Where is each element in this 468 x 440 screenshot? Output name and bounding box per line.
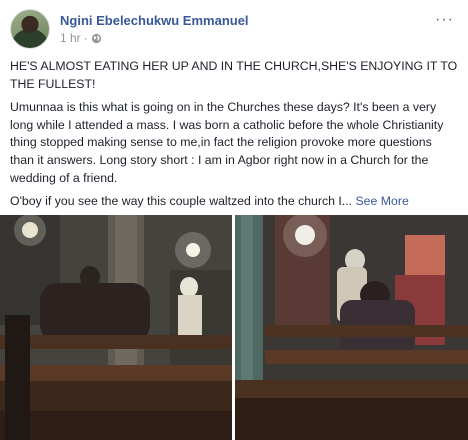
ellipsis-icon[interactable]: ··· <box>435 11 454 29</box>
see-more-link[interactable]: See More <box>355 194 408 208</box>
photo-left[interactable] <box>0 215 232 440</box>
post-text: HE'S ALMOST EATING HER UP AND IN THE CHU… <box>10 58 458 217</box>
post-header: Ngini Ebelechukwu Emmanuel 1 hr · ··· <box>10 9 458 49</box>
photo-right-image <box>235 215 468 440</box>
avatar[interactable] <box>10 9 50 49</box>
post-paragraph-truncated: O'boy if you see the way this couple wal… <box>10 193 458 211</box>
author-name[interactable]: Ngini Ebelechukwu Emmanuel <box>60 13 249 28</box>
post-meta: 1 hr · <box>60 31 102 45</box>
truncated-line: O'boy if you see the way this couple wal… <box>10 194 353 209</box>
timestamp[interactable]: 1 hr <box>60 31 81 45</box>
photo-left-image <box>0 215 232 440</box>
photo-right[interactable] <box>235 215 468 440</box>
photo-grid <box>0 215 468 440</box>
globe-icon[interactable] <box>91 33 102 44</box>
facebook-post: Ngini Ebelechukwu Emmanuel 1 hr · ··· HE… <box>0 0 468 440</box>
post-paragraph: Umunnaa is this what is going on in the … <box>10 100 444 185</box>
post-headline: HE'S ALMOST EATING HER UP AND IN THE CHU… <box>10 59 458 91</box>
